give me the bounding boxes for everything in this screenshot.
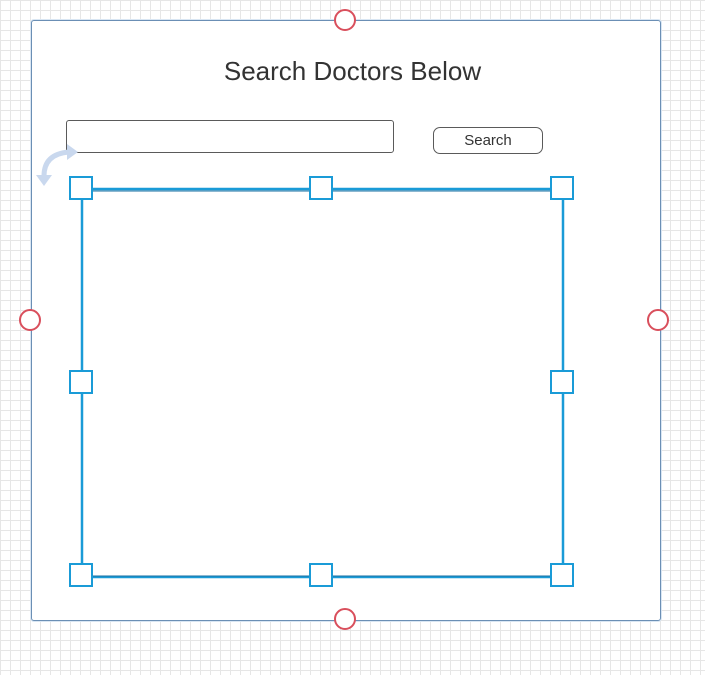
resize-handle-bottom[interactable] [309,563,333,587]
resize-handle-top-left[interactable] [69,176,93,200]
connection-point-left[interactable] [19,309,41,331]
connection-point-right[interactable] [647,309,669,331]
connection-point-top[interactable] [334,9,356,31]
resize-handle-bottom-left[interactable] [69,563,93,587]
resize-handle-top-right[interactable] [550,176,574,200]
resize-handle-right[interactable] [550,370,574,394]
resize-handle-left[interactable] [69,370,93,394]
search-button[interactable]: Search [433,127,543,154]
resize-handle-top[interactable] [309,176,333,200]
connection-point-bottom[interactable] [334,608,356,630]
page-title: Search Doctors Below [223,56,482,86]
search-input[interactable] [66,120,394,153]
resize-handle-bottom-right[interactable] [550,563,574,587]
mockup-frame[interactable] [31,20,661,621]
